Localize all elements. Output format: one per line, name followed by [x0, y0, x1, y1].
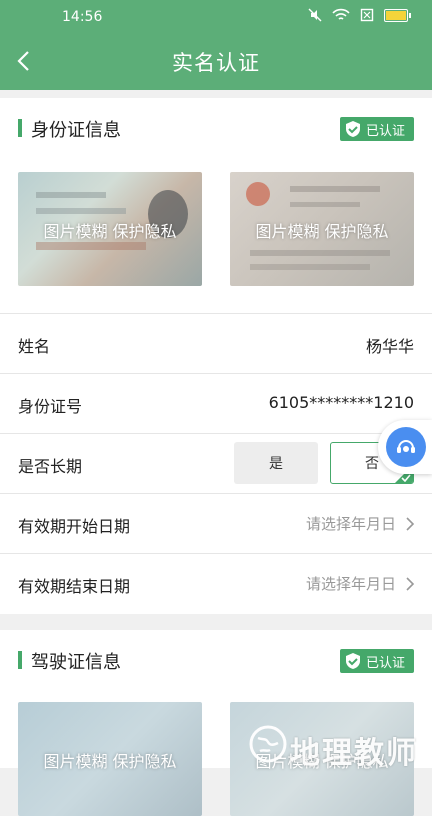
- start-date-label: 有效期开始日期: [18, 517, 131, 536]
- id-card-back-photo[interactable]: 图片模糊 保护隐私: [230, 172, 414, 286]
- globe-logo-icon: [249, 725, 287, 763]
- customer-service-button[interactable]: [378, 420, 432, 474]
- driver-section-header: 驾驶证信息 已认证: [0, 630, 432, 690]
- id-card-front-photo[interactable]: 图片模糊 保护隐私: [18, 172, 202, 286]
- id-section-title: 身份证信息: [31, 120, 121, 141]
- photo-privacy-caption: 图片模糊 保护隐私: [255, 222, 389, 241]
- watermark: 地理教师: [246, 720, 432, 771]
- longterm-no-label: 否: [365, 456, 379, 472]
- longterm-yes-option[interactable]: 是: [234, 442, 318, 484]
- driver-section-title: 驾驶证信息: [31, 652, 121, 673]
- longterm-row: 是否长期 是 否: [0, 433, 432, 494]
- wifi-icon: [332, 8, 350, 22]
- section-accent-bar: [18, 651, 22, 669]
- status-icons: [306, 8, 411, 22]
- section-accent-bar: [18, 119, 22, 137]
- end-date-label: 有效期结束日期: [18, 577, 131, 596]
- verified-badge-label: 已认证: [365, 123, 405, 139]
- status-bar: 14:56: [0, 0, 432, 34]
- name-row: 姓名 杨华华: [0, 313, 432, 374]
- name-label: 姓名: [18, 337, 51, 356]
- app-header: 14:56 实名认证: [0, 0, 432, 90]
- name-value: 杨华华: [365, 337, 414, 356]
- mute-icon: [306, 8, 324, 22]
- end-date-placeholder: 请选择年月日: [305, 575, 396, 593]
- verified-badge: 已认证: [339, 649, 414, 673]
- id-card-section: 身份证信息 已认证 图片模糊 保护隐私 图片模糊 保护隐私 姓名 杨华华 身份证…: [0, 98, 432, 614]
- battery-icon: [384, 8, 411, 22]
- chevron-right-icon: [406, 577, 415, 591]
- start-date-placeholder: 请选择年月日: [305, 515, 396, 533]
- verified-badge-label: 已认证: [365, 655, 405, 671]
- sim-icon: [358, 8, 376, 22]
- id-section-header: 身份证信息 已认证: [0, 98, 432, 158]
- longterm-label: 是否长期: [18, 457, 83, 476]
- watermark-text: 地理教师: [290, 736, 418, 771]
- headset-icon: [386, 427, 426, 467]
- end-date-row[interactable]: 有效期结束日期 请选择年月日: [0, 553, 432, 614]
- status-time: 14:56: [62, 9, 103, 25]
- chevron-right-icon: [406, 517, 415, 531]
- photo-privacy-caption: 图片模糊 保护隐私: [43, 222, 177, 241]
- id-number-row: 身份证号 6105********1210: [0, 373, 432, 434]
- longterm-yes-label: 是: [269, 456, 283, 472]
- id-number-label: 身份证号: [18, 397, 83, 416]
- start-date-row[interactable]: 有效期开始日期 请选择年月日: [0, 493, 432, 554]
- verified-badge: 已认证: [339, 117, 414, 141]
- page-title: 实名认证: [172, 51, 260, 75]
- shield-check-icon: [345, 121, 360, 137]
- driver-license-front-photo[interactable]: 图片模糊 保护隐私: [18, 702, 202, 816]
- photo-privacy-caption: 图片模糊 保护隐私: [43, 752, 177, 771]
- id-number-value: 6105********1210: [268, 393, 414, 412]
- shield-check-icon: [345, 653, 360, 669]
- check-icon: [401, 474, 411, 482]
